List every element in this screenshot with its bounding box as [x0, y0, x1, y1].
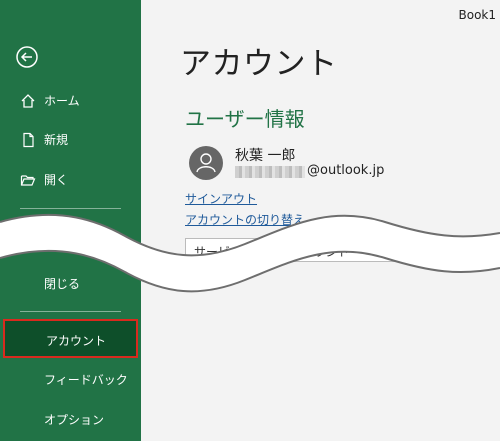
open-folder-icon	[20, 175, 36, 186]
nav-open[interactable]: 開く	[0, 166, 141, 194]
nav-account-label: アカウント	[46, 334, 107, 348]
home-icon	[21, 94, 35, 108]
nav-info-label: 情報	[44, 229, 69, 243]
user-name: 秋葉 一郎	[235, 148, 296, 164]
user-email: @outlook.jp	[307, 163, 385, 178]
background-dropdown[interactable]: サービスのバックグラウンド	[185, 238, 465, 262]
switch-account-link[interactable]: アカウントの切り替え	[185, 211, 305, 228]
nav-home-label: ホーム	[44, 94, 80, 108]
nav-options[interactable]: オプション	[0, 406, 141, 434]
page-title: アカウント	[180, 46, 338, 82]
nav-feedback-label: フィードバック	[44, 373, 128, 387]
backstage-sidebar: ホーム 新規 開く 情報 閉じる アカウント フィードバック オプション	[0, 0, 141, 441]
dropdown-value: サービスのバックグラウンド	[194, 245, 350, 259]
nav-account[interactable]: アカウント	[3, 319, 138, 358]
sidebar-divider	[20, 208, 121, 209]
sign-out-link[interactable]: サインアウト	[185, 190, 257, 207]
account-page: Book1 アカウント ユーザー情報 秋葉 一郎 @outlook.jp サイン…	[141, 0, 500, 441]
nav-close[interactable]: 閉じる	[0, 270, 141, 298]
nav-new[interactable]: 新規	[0, 126, 141, 154]
back-arrow-icon[interactable]	[16, 46, 38, 68]
new-file-icon	[23, 132, 34, 148]
avatar	[189, 146, 223, 180]
nav-close-label: 閉じる	[44, 277, 81, 291]
window-title: Book1	[458, 8, 497, 22]
user-info-heading: ユーザー情報	[185, 107, 305, 131]
nav-options-label: オプション	[44, 413, 105, 427]
nav-new-label: 新規	[44, 133, 69, 147]
nav-feedback[interactable]: フィードバック	[0, 366, 141, 394]
nav-info[interactable]: 情報	[0, 222, 141, 250]
sidebar-divider	[20, 311, 121, 312]
nav-home[interactable]: ホーム	[0, 87, 141, 115]
person-icon	[196, 153, 216, 173]
nav-open-label: 開く	[44, 173, 69, 187]
email-blur	[235, 166, 305, 178]
